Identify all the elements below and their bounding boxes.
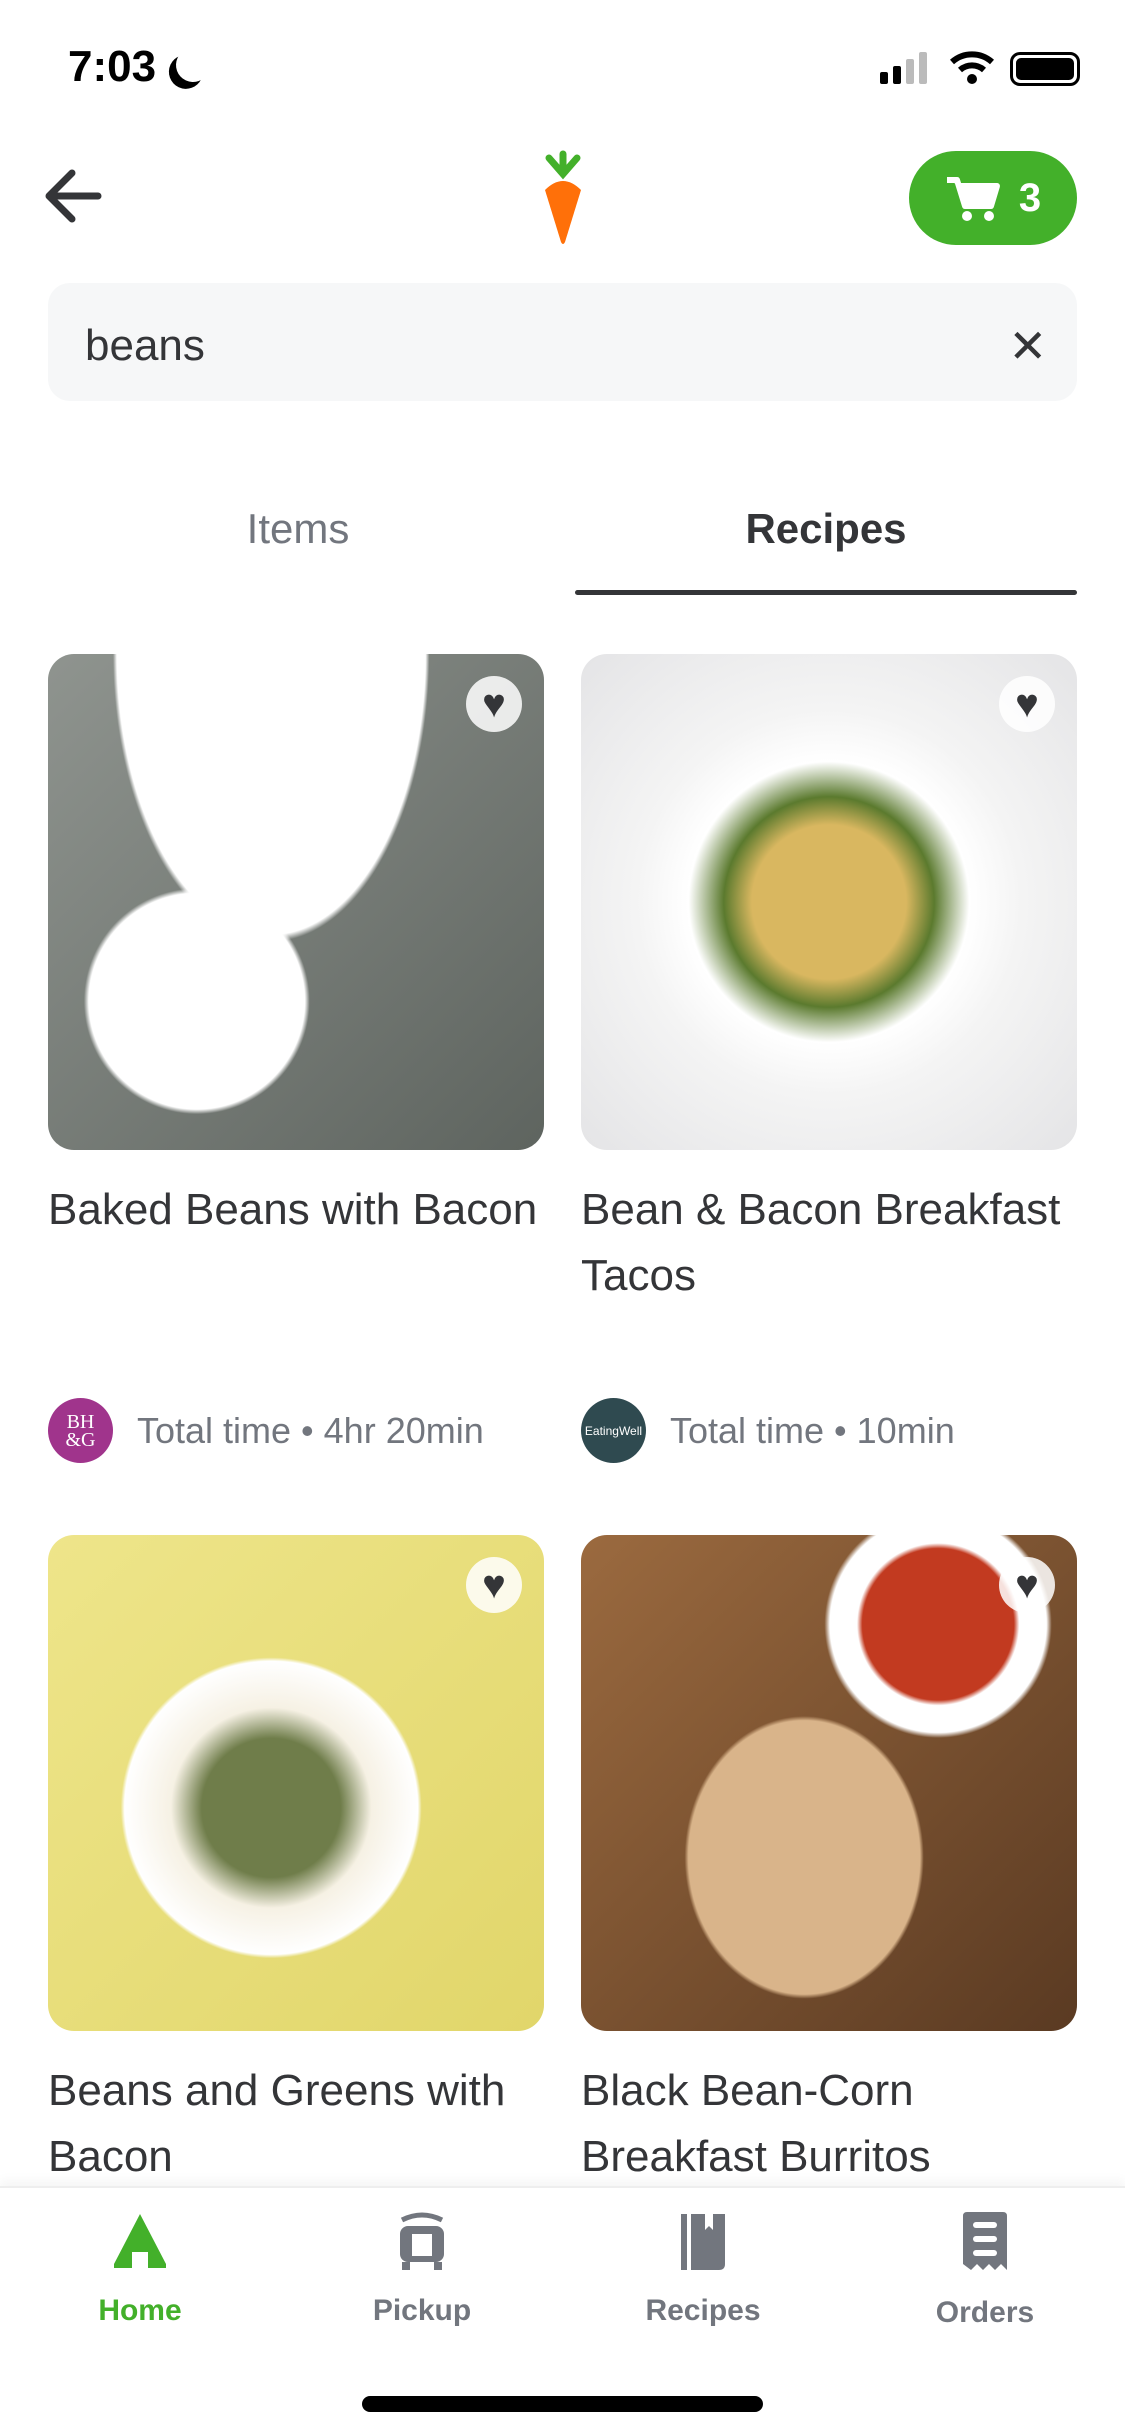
- nav-recipes[interactable]: Recipes: [603, 2212, 803, 2328]
- carrot-icon: [545, 150, 581, 244]
- recipe-title[interactable]: Baked Beans with Bacon: [48, 1177, 568, 1243]
- signal-icon: [880, 52, 927, 84]
- wifi-icon: [950, 51, 994, 84]
- total-time: Total time • 10min: [670, 1409, 955, 1451]
- moon-icon: [171, 43, 215, 87]
- recipe-image[interactable]: ♥: [48, 654, 544, 1150]
- cart-icon: [946, 177, 1000, 221]
- nav-orders[interactable]: Orders: [885, 2212, 1085, 2330]
- receipt-icon: [963, 2212, 1007, 2270]
- recipe-image[interactable]: ♥: [581, 1535, 1077, 2031]
- pickup-car-icon: [400, 2212, 444, 2270]
- tab-recipes[interactable]: Recipes: [575, 505, 1077, 553]
- eatingwell-logo: EatingWell: [581, 1398, 646, 1463]
- active-tab-indicator: [575, 590, 1077, 595]
- nav-home[interactable]: Home: [40, 2212, 240, 2328]
- nav-label: Pickup: [372, 2294, 472, 2327]
- cart-count: 3: [1018, 175, 1042, 220]
- back-button[interactable]: [44, 168, 102, 224]
- home-indicator[interactable]: [362, 2396, 763, 2412]
- heart-icon[interactable]: ♥: [999, 676, 1055, 732]
- recipe-image[interactable]: ♥: [48, 1535, 544, 2031]
- nav-label: Recipes: [645, 2294, 761, 2327]
- recipe-meta: EatingWell Total time • 10min: [581, 1398, 955, 1463]
- heart-icon[interactable]: ♥: [999, 1557, 1055, 1613]
- recipe-image[interactable]: ♥: [581, 654, 1077, 1150]
- nav-label: Orders: [935, 2296, 1035, 2329]
- recipe-title[interactable]: Bean & Bacon Breakfast Tacos: [581, 1177, 1101, 1309]
- nav-pickup[interactable]: Pickup: [322, 2212, 522, 2328]
- heart-icon[interactable]: ♥: [466, 1557, 522, 1613]
- total-time: Total time • 4hr 20min: [137, 1409, 484, 1451]
- battery-icon: [1010, 52, 1080, 86]
- bhg-logo: BH &G: [48, 1398, 113, 1463]
- recipe-meta: BH &G Total time • 4hr 20min: [48, 1398, 484, 1463]
- search-input[interactable]: beans ✕: [48, 283, 1077, 401]
- tab-items[interactable]: Items: [48, 505, 548, 553]
- clear-search-button[interactable]: ✕: [1008, 319, 1047, 373]
- recipe-title[interactable]: Beans and Greens with Bacon: [48, 2058, 568, 2190]
- recipe-book-icon: [681, 2214, 725, 2270]
- nav-label: Home: [98, 2294, 182, 2327]
- home-icon: [114, 2214, 166, 2268]
- status-time: 7:03: [68, 42, 157, 91]
- heart-icon[interactable]: ♥: [466, 676, 522, 732]
- cart-button[interactable]: 3: [909, 151, 1077, 245]
- search-value: beans: [85, 321, 205, 370]
- recipe-title[interactable]: Black Bean-Corn Breakfast Burritos: [581, 2058, 1101, 2190]
